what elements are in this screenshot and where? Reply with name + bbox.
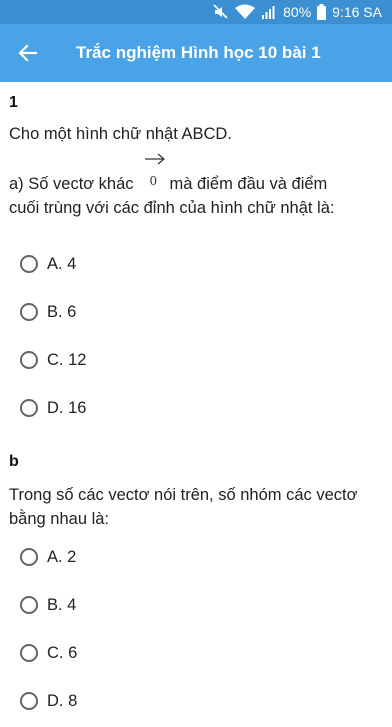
vector-symbol: 0 [149, 174, 158, 188]
option-b[interactable]: B. 6 [20, 297, 76, 327]
back-button[interactable] [0, 24, 56, 82]
option-d[interactable]: D. 8 [20, 686, 77, 716]
question-text-line2: cuối trùng với các đỉnh của hình chữ nhậ… [9, 199, 335, 217]
radio-button[interactable] [20, 255, 38, 273]
radio-button[interactable] [20, 303, 38, 321]
option-b[interactable]: B. 4 [20, 590, 76, 620]
zero-vector: 0 [138, 153, 166, 196]
radio-button[interactable] [20, 596, 38, 614]
battery-icon [317, 4, 327, 20]
page-title: Trắc nghiệm Hình học 10 bài 1 [76, 43, 321, 62]
question-text: Trong số các vectơ nói trên, số nhóm các… [9, 486, 358, 528]
mute-icon [213, 4, 229, 20]
question-text-part1: a) Số vectơ khác [9, 175, 134, 193]
app-bar: Trắc nghiệm Hình học 10 bài 1 [0, 24, 392, 82]
option-label: A. 4 [47, 254, 77, 273]
option-label: B. 4 [47, 595, 77, 614]
status-bar: 80% 9:16 SA [0, 0, 392, 24]
option-label: A. 2 [47, 547, 77, 566]
battery-percent: 80% [283, 4, 312, 20]
option-d[interactable]: D. 16 [20, 393, 86, 423]
option-c[interactable]: C. 6 [20, 638, 77, 668]
option-a[interactable]: A. 4 [20, 249, 76, 279]
radio-button[interactable] [20, 548, 38, 566]
radio-button[interactable] [20, 351, 38, 369]
question-number: 1 [9, 94, 18, 111]
option-label: D. 16 [47, 398, 87, 417]
option-label: C. 12 [47, 350, 87, 369]
arrow-left-icon [18, 44, 38, 62]
question-text: a) Số vectơ khác 0 mà điểm đầu và điểm cuố… [9, 153, 384, 220]
option-c[interactable]: C. 12 [20, 345, 86, 375]
question-intro: Cho một hình chữ nhật ABCD. [9, 125, 232, 143]
signal-icon [261, 4, 277, 20]
option-label: D. 8 [47, 691, 78, 710]
question-number: b [9, 453, 19, 470]
option-label: C. 6 [47, 643, 78, 662]
wifi-icon [235, 4, 256, 20]
option-a[interactable]: A. 2 [20, 542, 76, 572]
vector-arrow-icon [144, 153, 165, 165]
radio-button[interactable] [20, 644, 38, 662]
option-label: B. 6 [47, 302, 77, 321]
question-text-part2: mà điểm đầu và điểm [169, 175, 328, 193]
radio-button[interactable] [20, 692, 38, 710]
clock: 9:16 SA [332, 4, 382, 20]
radio-button[interactable] [20, 399, 38, 417]
